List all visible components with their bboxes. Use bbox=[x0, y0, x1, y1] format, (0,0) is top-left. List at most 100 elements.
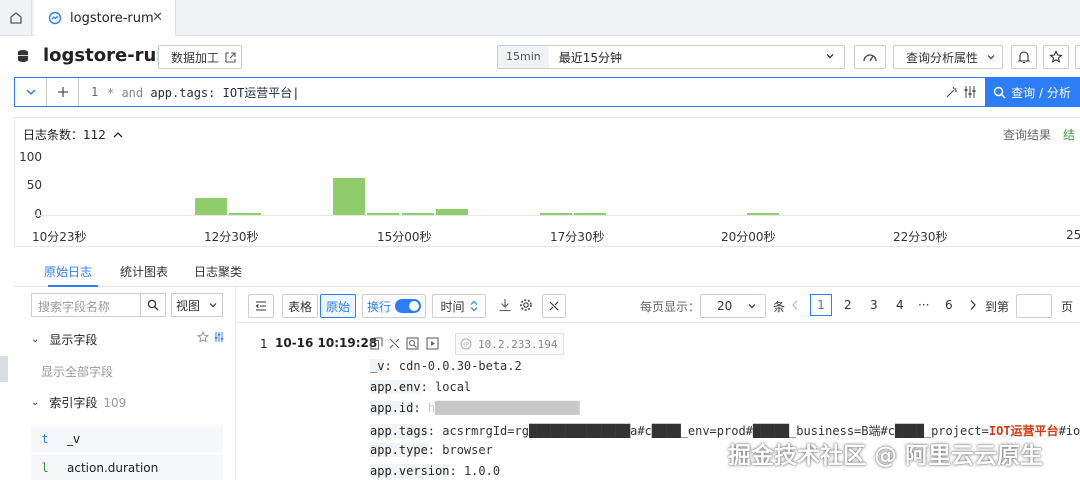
query-prefix: * and bbox=[107, 86, 151, 100]
chevron-down-icon bbox=[209, 303, 217, 308]
query-collapse-button[interactable] bbox=[15, 78, 47, 106]
field-search-input[interactable]: 搜索字段名称 bbox=[31, 293, 141, 317]
tools-icon bbox=[549, 301, 559, 311]
favorite-button[interactable] bbox=[1043, 45, 1069, 69]
log-field: app.type: browser bbox=[370, 443, 493, 457]
log-field-value[interactable]: cdn-0.0.30-beta.2 bbox=[399, 359, 522, 373]
time-sort-button[interactable]: 时间 bbox=[432, 294, 486, 318]
more-button[interactable] bbox=[1075, 45, 1080, 69]
log-count-label: 日志条数： bbox=[23, 128, 84, 142]
tab-raw-logs[interactable]: 原始日志 bbox=[44, 263, 92, 280]
field-settings-icon[interactable] bbox=[213, 331, 225, 343]
goto-page-label: 到第 bbox=[985, 300, 1010, 314]
show-all-fields-link[interactable]: 显示全部字段 bbox=[41, 363, 113, 380]
goto-page-input[interactable] bbox=[1016, 294, 1052, 318]
histogram-bar[interactable] bbox=[332, 177, 365, 215]
search-icon bbox=[147, 299, 159, 311]
result-tab[interactable]: 结 bbox=[1063, 126, 1075, 143]
query-add-button[interactable] bbox=[47, 78, 79, 106]
context-search-icon[interactable] bbox=[406, 337, 419, 350]
tab-bar: logstore-rum ✕ bbox=[0, 0, 1080, 36]
log-field-key[interactable]: app.version bbox=[370, 464, 450, 478]
page-2[interactable]: 2 bbox=[844, 298, 852, 312]
log-field-key[interactable]: app.type bbox=[370, 443, 428, 457]
analysis-attributes-button[interactable]: 查询分析属性 bbox=[893, 45, 1003, 69]
chevron-down-icon bbox=[987, 55, 995, 60]
histogram-bar[interactable] bbox=[194, 197, 227, 215]
page-3[interactable]: 3 bbox=[870, 298, 878, 312]
table-view-button[interactable]: 表格 bbox=[282, 294, 318, 318]
page-1[interactable]: 1 bbox=[810, 294, 832, 316]
query-result-tab[interactable]: 查询结果 bbox=[1003, 126, 1051, 143]
query-value: IOT运营平台 bbox=[215, 86, 293, 100]
star-icon[interactable] bbox=[197, 331, 209, 343]
download-icon[interactable] bbox=[498, 298, 512, 312]
page-ellipsis[interactable]: ··· bbox=[918, 298, 929, 312]
chevron-right-icon[interactable] bbox=[968, 299, 978, 311]
log-count[interactable]: 日志条数：112 bbox=[23, 126, 123, 143]
field-search-button[interactable] bbox=[140, 293, 166, 317]
view-select[interactable]: 视图 bbox=[171, 293, 223, 317]
log-field-value[interactable]: browser bbox=[442, 443, 493, 457]
collapse-panel-button[interactable] bbox=[248, 294, 274, 318]
field-name: action.duration bbox=[67, 461, 159, 475]
field-item[interactable]: t _v bbox=[31, 426, 223, 452]
copy-icon[interactable] bbox=[370, 337, 383, 350]
tab-statistics-chart[interactable]: 统计图表 bbox=[120, 263, 168, 280]
log-field-key[interactable]: app.tags bbox=[370, 424, 428, 438]
log-field-value[interactable]: h████████████████████ bbox=[428, 401, 580, 415]
x-tick-label: 22分30秒 bbox=[893, 230, 948, 244]
field-item[interactable]: l action.duration bbox=[31, 455, 223, 480]
tab-title: logstore-rum bbox=[70, 10, 154, 26]
field-type-badge: t bbox=[41, 432, 49, 446]
magic-wand-icon[interactable] bbox=[945, 85, 959, 99]
log-field-value[interactable]: 1.0.0 bbox=[464, 464, 500, 478]
index-fields-label: 索引字段 bbox=[49, 396, 98, 410]
source-ip-badge[interactable]: IP 10.2.233.194 bbox=[455, 333, 565, 355]
tab-log-clustering[interactable]: 日志聚类 bbox=[194, 263, 242, 280]
search-analyze-button[interactable]: 查询 / 分析 bbox=[985, 77, 1079, 107]
bell-icon bbox=[1018, 51, 1030, 64]
data-process-button[interactable]: 数据加工 bbox=[158, 45, 242, 69]
alert-button[interactable] bbox=[1011, 45, 1037, 69]
log-field-key[interactable]: _v bbox=[370, 359, 385, 373]
ip-icon: IP bbox=[460, 338, 472, 350]
x-tick-label: 15分00秒 bbox=[377, 230, 432, 244]
home-tab[interactable] bbox=[0, 0, 32, 36]
external-link-icon bbox=[225, 51, 236, 63]
log-field-key[interactable]: app.env bbox=[370, 380, 421, 394]
tools-button[interactable] bbox=[542, 294, 566, 318]
log-field-suffix[interactable]: #iot= bbox=[1059, 424, 1080, 438]
filter-settings-icon[interactable] bbox=[963, 85, 977, 99]
x-tick-label: 25 bbox=[1066, 228, 1080, 242]
log-field-value[interactable]: local bbox=[435, 380, 471, 394]
log-field: app.version: 1.0.0 bbox=[370, 464, 501, 478]
search-analyze-label: 查询 / 分析 bbox=[1011, 85, 1071, 100]
panel-collapse-handle[interactable] bbox=[0, 356, 8, 382]
fields-panel: 搜索字段名称 视图 ⌄ 显示字段 显示全部字段 ⌄ 索引字段 109 t _v … bbox=[14, 287, 236, 480]
page-6[interactable]: 6 bbox=[945, 298, 953, 312]
display-fields-header[interactable]: ⌄ 显示字段 bbox=[31, 331, 97, 348]
gauge-icon bbox=[863, 54, 877, 62]
tools-icon[interactable] bbox=[388, 337, 401, 350]
y-tick-label: 0 bbox=[34, 207, 42, 221]
query-input[interactable]: * and app.tags: IOT运营平台| bbox=[107, 84, 300, 101]
y-tick-label: 100 bbox=[19, 150, 42, 164]
x-tick-label: 17分30秒 bbox=[550, 230, 605, 244]
page-4[interactable]: 4 bbox=[896, 298, 904, 312]
play-icon[interactable] bbox=[426, 337, 439, 350]
raw-view-button[interactable]: 原始 bbox=[320, 294, 356, 318]
chevron-up-icon bbox=[113, 132, 123, 138]
log-field-key[interactable]: app.id bbox=[370, 401, 414, 415]
gear-icon[interactable] bbox=[519, 298, 533, 312]
field-name: _v bbox=[67, 432, 81, 446]
wrap-toggle[interactable]: 换行 bbox=[362, 294, 426, 318]
chevron-left-icon[interactable] bbox=[790, 299, 800, 311]
chevron-down-icon bbox=[826, 54, 834, 59]
close-icon[interactable]: ✕ bbox=[152, 10, 163, 25]
tab-logstore-rum[interactable]: logstore-rum ✕ bbox=[34, 0, 176, 36]
time-range-select[interactable]: 15min 最近15分钟 bbox=[497, 45, 845, 69]
per-page-select[interactable]: 20 bbox=[700, 294, 766, 318]
index-fields-header[interactable]: ⌄ 索引字段 109 bbox=[31, 394, 126, 411]
refresh-gauge-button[interactable] bbox=[854, 45, 886, 69]
